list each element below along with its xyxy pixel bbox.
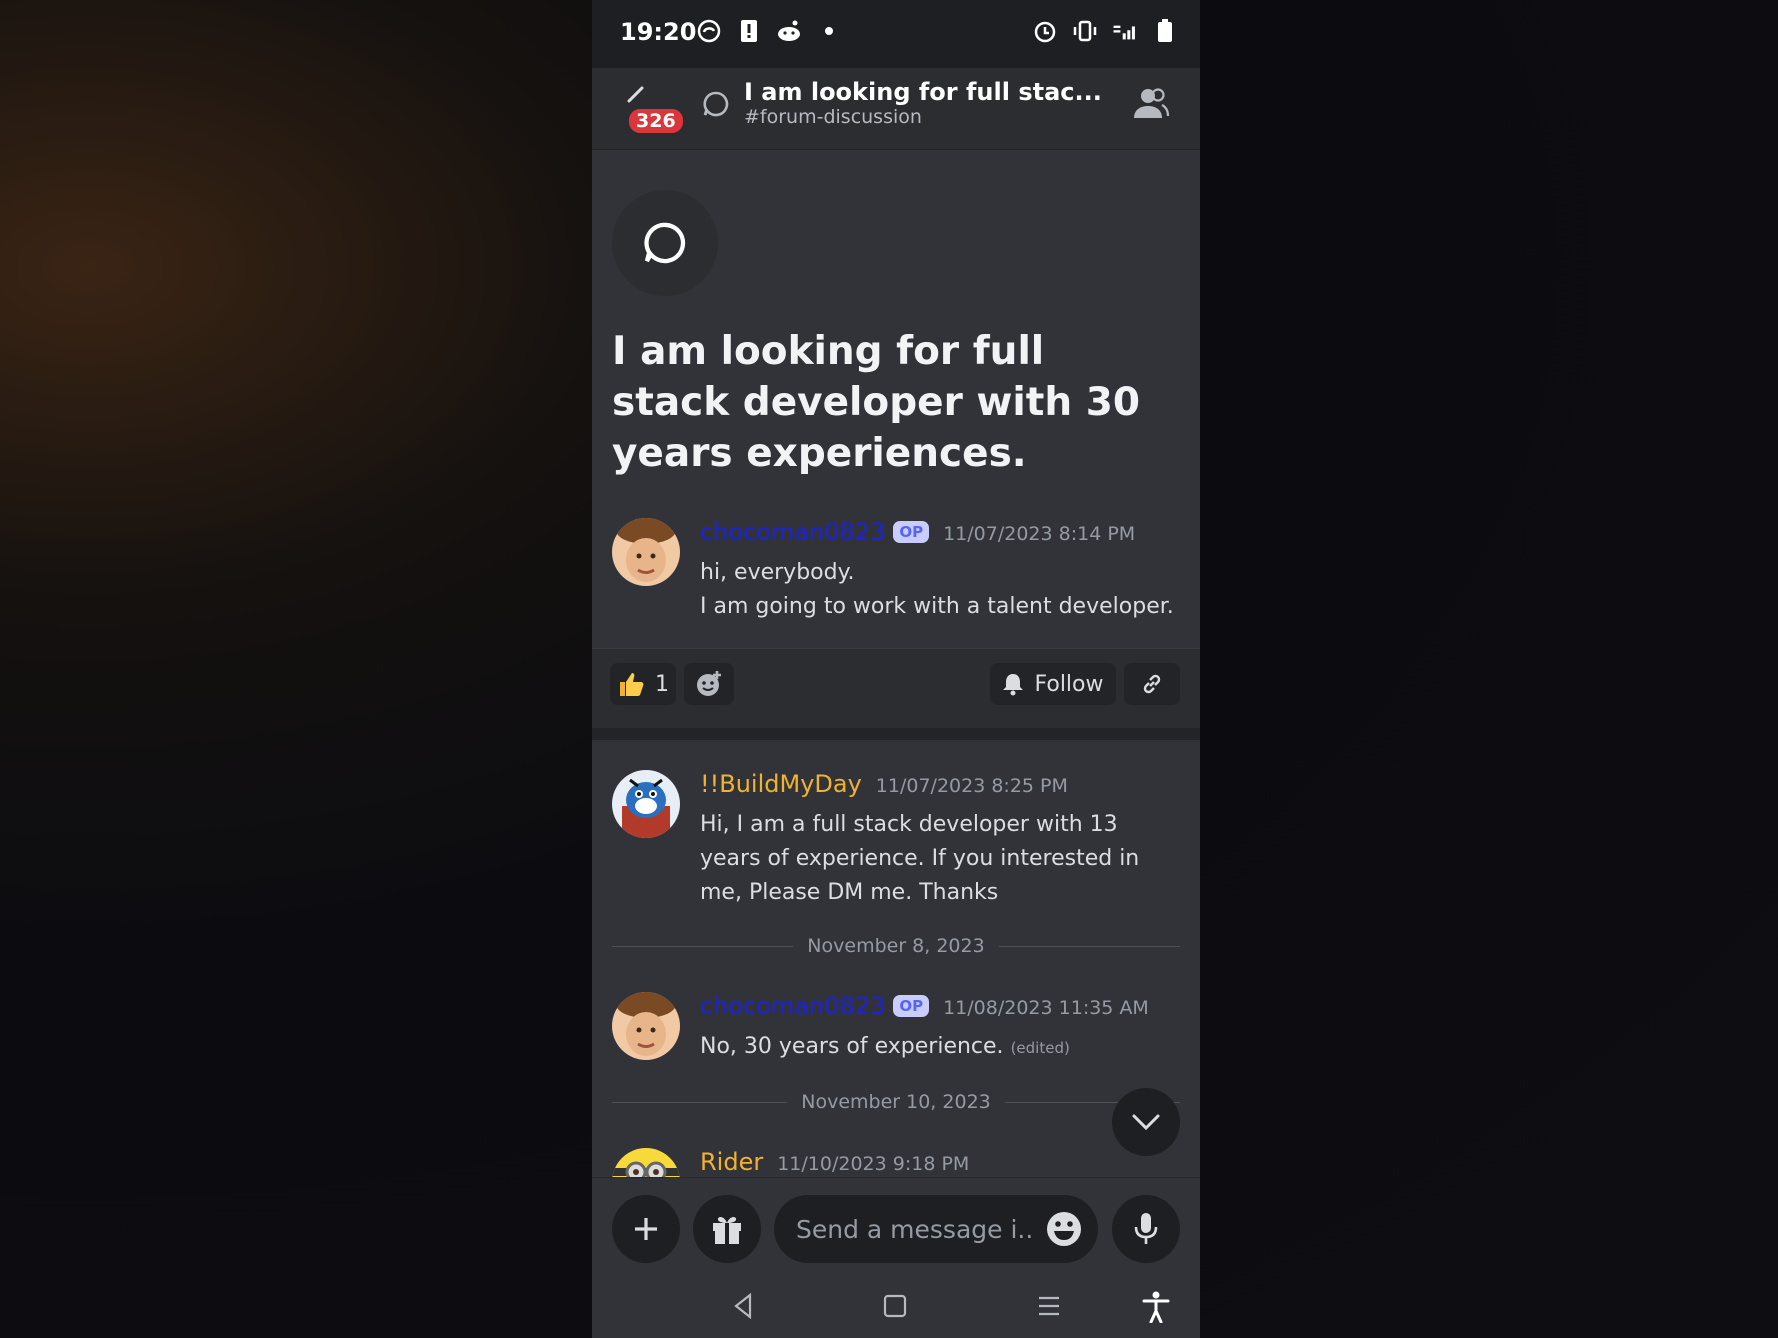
message-input-wrapper: [774, 1195, 1098, 1263]
add-reaction-icon: [697, 671, 721, 696]
separator-line: [612, 1101, 788, 1103]
message-text: No, 30 years of experience. (edited): [700, 1030, 1180, 1065]
thread-content[interactable]: I am looking for full stack developer wi…: [592, 150, 1200, 1177]
microphone-icon: [1134, 1213, 1158, 1244]
members-icon[interactable]: [1132, 86, 1170, 120]
chevron-down-icon: [1132, 1114, 1160, 1131]
thumbs-up-icon: [620, 673, 644, 696]
edited-label: (edited): [1010, 1039, 1070, 1057]
link-icon: [1143, 674, 1161, 694]
op-badge: OP: [893, 521, 930, 543]
date-separator: November 8, 2023: [612, 934, 1180, 958]
username[interactable]: chocoman0823: [700, 518, 885, 546]
vibrate-icon: [1072, 18, 1098, 44]
avatar[interactable]: [612, 1148, 680, 1177]
gift-button[interactable]: [693, 1195, 761, 1263]
username[interactable]: chocoman0823: [700, 992, 885, 1020]
date-separator: November 10, 2023: [612, 1090, 1180, 1114]
home-nav-icon[interactable]: [882, 1291, 908, 1321]
attach-button[interactable]: [612, 1195, 680, 1263]
channel-name[interactable]: #forum-discussion: [744, 106, 922, 128]
section-divider: [592, 728, 1200, 740]
message-item[interactable]: Rider 11/10/2023 9:18 PM: [612, 1148, 1182, 1177]
timestamp: 11/07/2023 8:14 PM: [943, 523, 1136, 545]
post-title: I am looking for full stack developer wi…: [612, 329, 1141, 476]
message-item[interactable]: !!BuildMyDay 11/07/2023 8:25 PM Hi, I am…: [612, 770, 1182, 910]
back-arrow-icon: [627, 86, 644, 103]
avatar[interactable]: [612, 770, 680, 838]
message-line: hi, everybody.: [700, 560, 855, 585]
thread-title[interactable]: I am looking for full stac...: [744, 78, 1102, 106]
thread-header: 326 I am looking for full stac... #forum…: [592, 68, 1200, 150]
message-text: Hi, I am a full stack developer with 13 …: [700, 812, 1140, 905]
post-actions-bar: 1 Follow: [592, 648, 1200, 728]
timestamp: 11/10/2023 9:18 PM: [777, 1153, 970, 1175]
alarm-icon: [1032, 18, 1058, 44]
reddit-icon: [776, 18, 802, 44]
message-header: Rider 11/10/2023 9:18 PM: [700, 1148, 969, 1176]
emoji-icon[interactable]: [1044, 1209, 1084, 1249]
add-reaction-button[interactable]: [684, 663, 734, 705]
discord-app: 19:20 326 I am looking for full stac... …: [592, 0, 1200, 1338]
thumbs-up-reaction[interactable]: 1: [610, 663, 676, 705]
recents-nav-icon[interactable]: [1036, 1291, 1062, 1321]
date-label: November 10, 2023: [801, 1091, 991, 1113]
jump-to-bottom-button[interactable]: [1112, 1088, 1180, 1156]
message-line: No, 30 years of experience.: [700, 1034, 1004, 1059]
bell-icon: [1003, 674, 1024, 696]
copy-link-button[interactable]: [1124, 663, 1180, 705]
clock: 19:20: [620, 18, 697, 46]
accessibility-icon[interactable]: [1142, 1291, 1170, 1323]
avatar[interactable]: [612, 992, 680, 1060]
system-navigation-bar: [592, 1277, 1200, 1338]
unread-badge: 326: [626, 106, 686, 136]
follow-label: Follow: [1034, 671, 1104, 697]
separator-line: [612, 945, 794, 947]
message-header: chocoman0823 OP 11/07/2023 8:14 PM: [700, 518, 1135, 546]
message-input[interactable]: [796, 1195, 1036, 1263]
alert-icon: [736, 18, 762, 44]
notification-icons: [696, 18, 842, 44]
back-button[interactable]: 326: [626, 82, 686, 136]
gift-icon: [713, 1216, 741, 1244]
speech-bubble-icon: [644, 222, 686, 264]
op-badge: OP: [893, 995, 930, 1017]
voice-message-button[interactable]: [1112, 1195, 1180, 1263]
signal-icon: [1112, 18, 1138, 44]
battery-icon: [1152, 18, 1178, 44]
timestamp: 11/08/2023 11:35 AM: [943, 997, 1149, 1019]
back-nav-icon[interactable]: [730, 1291, 756, 1321]
separator-line: [998, 945, 1180, 947]
system-icons: [1032, 18, 1178, 44]
message-item[interactable]: chocoman0823 OP 11/07/2023 8:14 PM hi, e…: [612, 518, 1182, 628]
message-composer: [592, 1177, 1200, 1277]
message-item[interactable]: chocoman0823 OP 11/08/2023 11:35 AM No, …: [612, 992, 1182, 1072]
message-header: chocoman0823 OP 11/08/2023 11:35 AM: [700, 992, 1149, 1020]
plus-icon: [635, 1218, 657, 1240]
thread-icon: [703, 91, 729, 117]
username[interactable]: Rider: [700, 1148, 763, 1176]
status-bar: 19:20: [592, 0, 1200, 68]
edge-icon: [696, 18, 722, 44]
reaction-count: 1: [655, 671, 669, 697]
message-text: hi, everybody. I am going to work with a…: [700, 556, 1180, 624]
follow-button[interactable]: Follow: [990, 663, 1116, 705]
dot-icon: [816, 18, 842, 44]
date-label: November 8, 2023: [807, 935, 985, 957]
avatar[interactable]: [612, 518, 680, 586]
message-header: !!BuildMyDay 11/07/2023 8:25 PM: [700, 770, 1068, 798]
username[interactable]: !!BuildMyDay: [700, 770, 862, 798]
forum-post-icon: [612, 190, 718, 296]
timestamp: 11/07/2023 8:25 PM: [875, 775, 1068, 797]
message-line: I am going to work with a talent develop…: [700, 594, 1174, 619]
